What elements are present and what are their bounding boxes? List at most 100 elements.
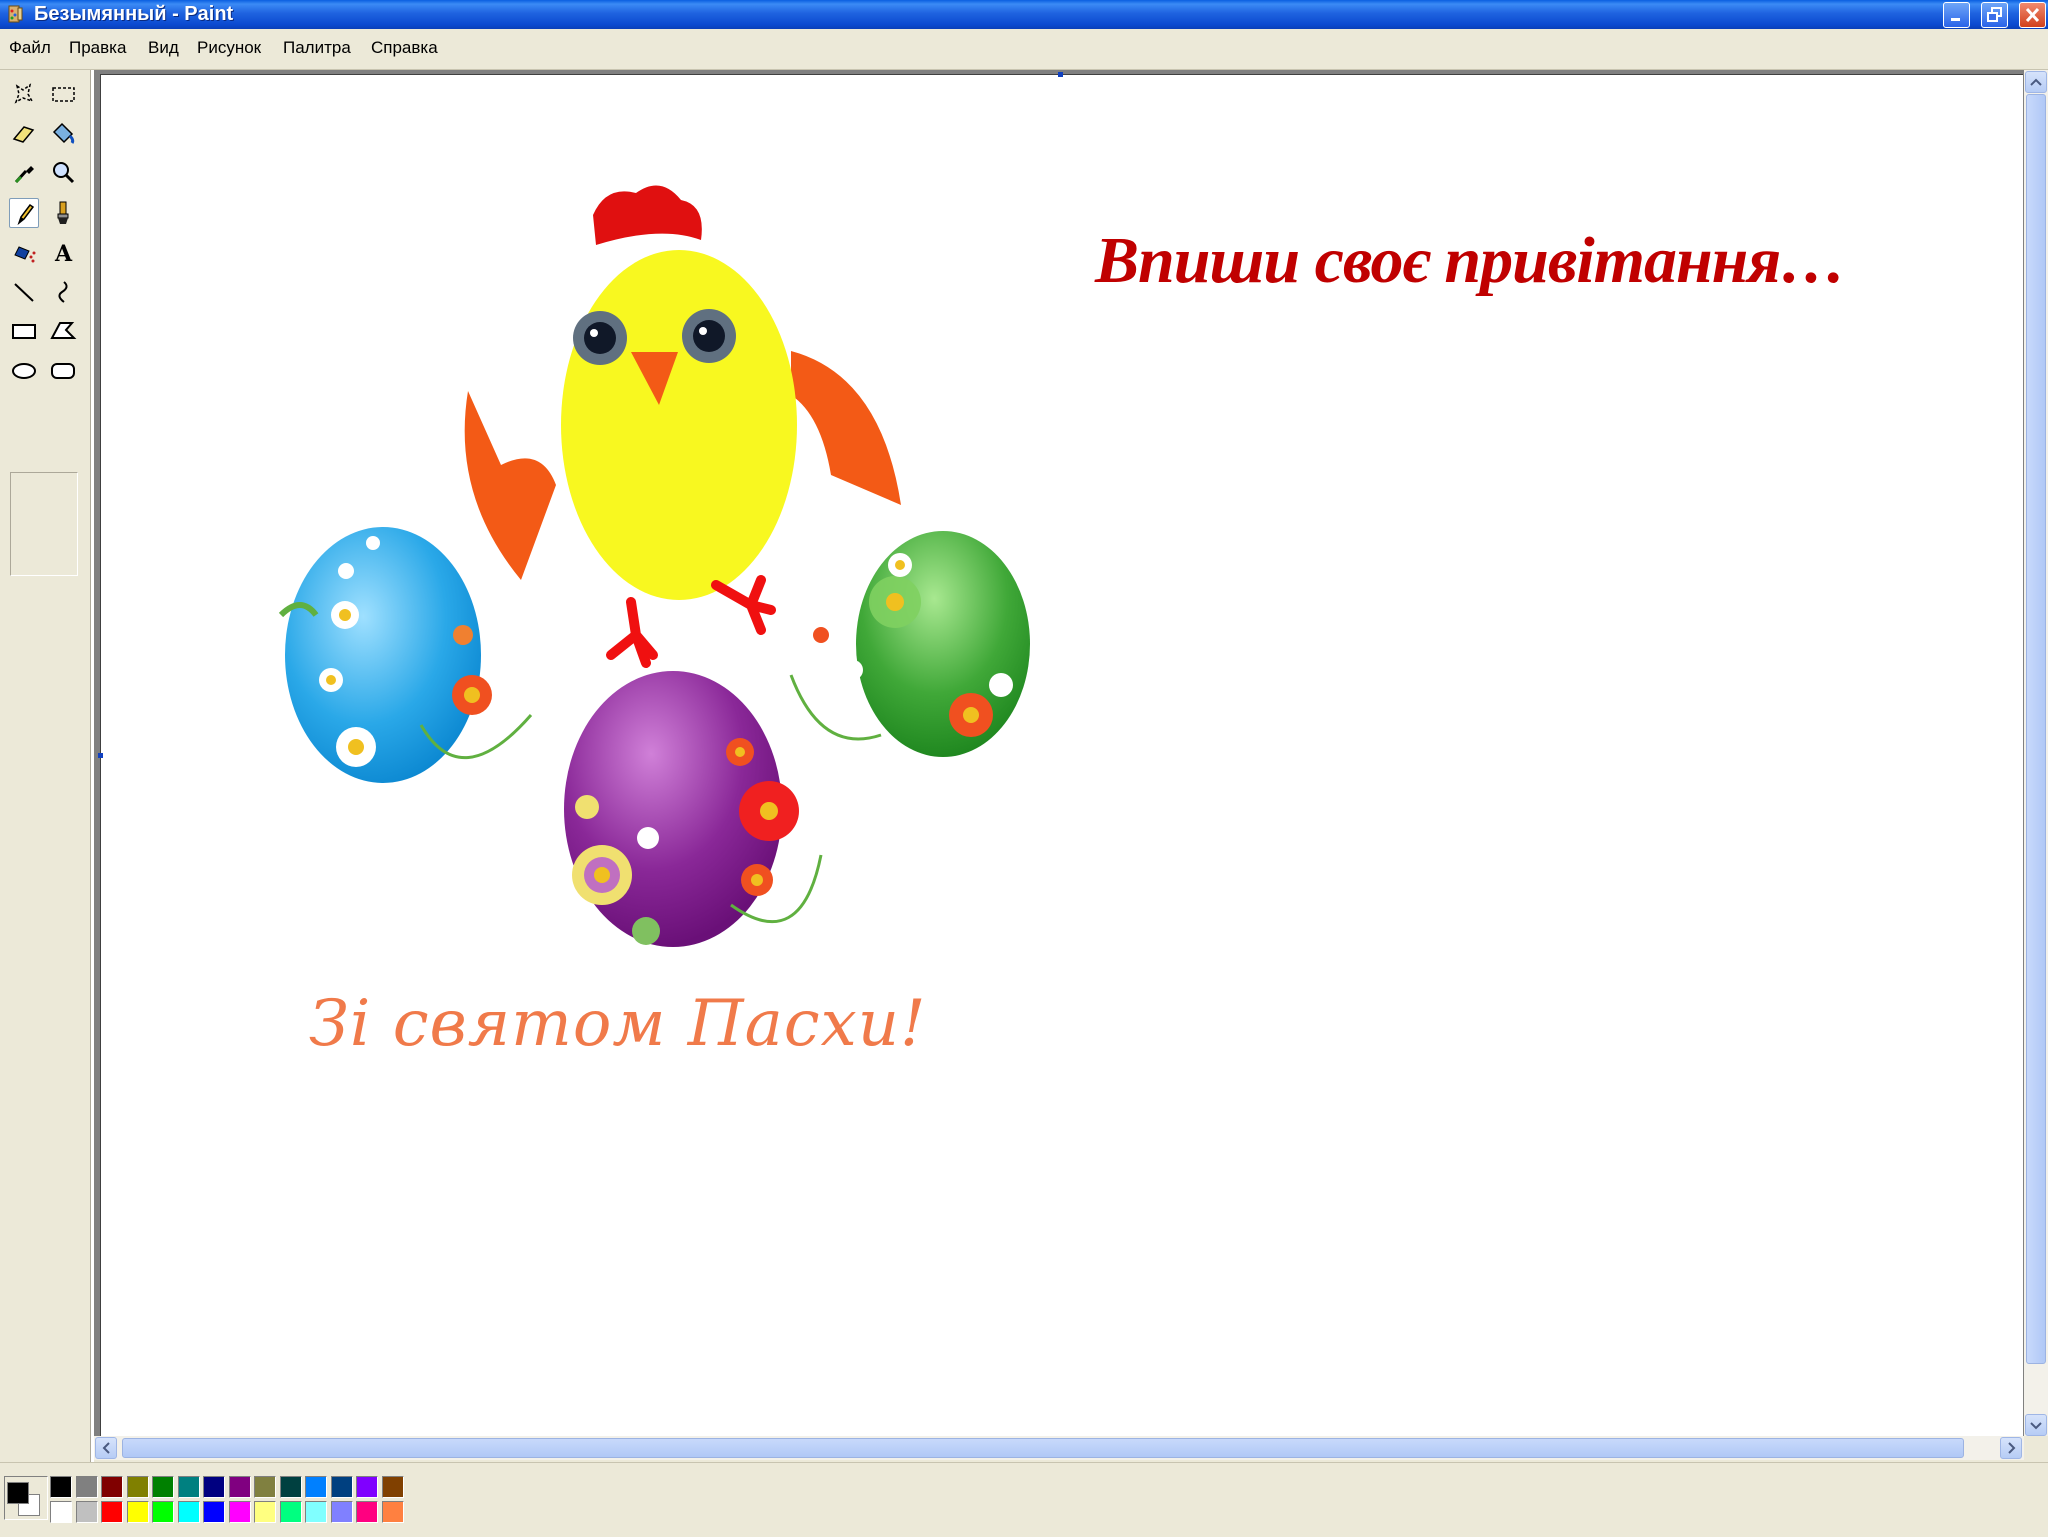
scroll-left-button[interactable]	[95, 1437, 117, 1459]
toolbox: A	[0, 70, 94, 1464]
chick-drawing	[464, 185, 901, 668]
palette-swatch[interactable]	[330, 1501, 353, 1523]
scroll-right-button[interactable]	[2000, 1437, 2022, 1459]
palette-swatch[interactable]	[50, 1501, 72, 1523]
palette-swatch[interactable]	[75, 1476, 98, 1498]
tool-line[interactable]	[9, 277, 39, 307]
window-title: Безымянный - Paint	[34, 3, 234, 25]
tool-rectangle[interactable]	[9, 316, 39, 346]
palette-swatch[interactable]	[126, 1501, 149, 1523]
palette-swatch[interactable]	[279, 1476, 302, 1498]
polygon-icon	[50, 322, 77, 339]
tool-brush[interactable]	[48, 198, 78, 228]
menu-view[interactable]: Вид	[148, 38, 179, 58]
scroll-up-button[interactable]	[2025, 71, 2047, 93]
svg-text:A: A	[54, 241, 73, 267]
magnifier-icon	[53, 162, 75, 184]
palette-swatch[interactable]	[279, 1501, 302, 1523]
palette-swatch[interactable]	[228, 1476, 251, 1498]
palette-swatch[interactable]	[305, 1476, 327, 1498]
easter-greeting-text: Зі святом Пасхи!	[309, 987, 927, 1061]
tool-ellipse[interactable]	[9, 356, 39, 386]
palette-swatch[interactable]	[305, 1501, 327, 1523]
menu-file[interactable]: Файл	[9, 38, 51, 58]
rectangle-icon	[12, 324, 36, 339]
eraser-icon	[12, 126, 35, 143]
fill-bucket-icon	[52, 122, 75, 144]
restore-icon	[1987, 7, 2002, 22]
menu-bar: Файл Правка Вид Рисунок Палитра Справка	[0, 29, 2048, 70]
color-palette-bar	[0, 1462, 2048, 1537]
palette-swatch[interactable]	[356, 1476, 378, 1498]
menu-edit[interactable]: Правка	[69, 38, 126, 58]
curve-icon	[58, 281, 68, 303]
rounded-rect-icon	[51, 363, 75, 379]
restore-button[interactable]	[1981, 2, 2008, 28]
line-icon	[14, 283, 34, 302]
close-button[interactable]	[2019, 2, 2046, 28]
tool-polygon[interactable]	[48, 316, 78, 346]
chevron-left-icon	[102, 1442, 110, 1454]
tool-pencil[interactable]	[9, 198, 39, 228]
tool-text[interactable]: A	[48, 237, 78, 267]
menu-palette[interactable]: Палитра	[283, 38, 351, 58]
tool-fill[interactable]	[48, 118, 78, 148]
chevron-down-icon	[2030, 1422, 2042, 1430]
menu-help[interactable]: Справка	[371, 38, 438, 58]
minimize-button[interactable]	[1943, 2, 1970, 28]
palette-swatch[interactable]	[177, 1476, 200, 1498]
palette-swatch[interactable]	[254, 1501, 276, 1523]
palette-swatch[interactable]	[228, 1501, 251, 1523]
palette-swatch[interactable]	[101, 1501, 123, 1523]
palette-swatch[interactable]	[203, 1476, 225, 1498]
green-egg-drawing	[789, 531, 1030, 757]
palette-swatch[interactable]	[356, 1501, 378, 1523]
minimize-icon	[1951, 18, 1960, 21]
menu-image[interactable]: Рисунок	[197, 38, 261, 58]
title-bar[interactable]: Безымянный - Paint	[0, 0, 2048, 29]
tool-eraser[interactable]	[9, 118, 39, 148]
chevron-up-icon	[2030, 78, 2042, 86]
palette-swatch[interactable]	[152, 1501, 174, 1523]
horizontal-scroll-thumb[interactable]	[122, 1438, 1964, 1458]
tool-options-panel[interactable]	[10, 472, 78, 576]
drawing-canvas[interactable]: Впиши своє привітання… Зі святом Пасхи!	[98, 72, 2023, 1437]
airbrush-icon	[14, 246, 36, 263]
tool-free-select[interactable]	[9, 79, 39, 109]
tool-rect-select[interactable]	[48, 79, 78, 109]
free-select-icon	[14, 83, 34, 104]
paint-app-icon	[8, 5, 23, 23]
color-picker-icon	[14, 166, 34, 184]
tool-curve[interactable]	[48, 277, 78, 307]
purple-egg-drawing	[564, 671, 823, 947]
palette-swatch[interactable]	[75, 1501, 98, 1523]
foreground-color-swatch[interactable]	[7, 1482, 29, 1504]
greeting-text: Впиши своє привітання…	[1095, 224, 1846, 297]
palette-swatch[interactable]	[50, 1476, 72, 1498]
palette-swatch[interactable]	[381, 1476, 404, 1498]
tool-airbrush[interactable]	[9, 237, 39, 267]
text-icon: A	[54, 241, 73, 267]
palette-swatch[interactable]	[126, 1476, 149, 1498]
scroll-down-button[interactable]	[2025, 1414, 2047, 1436]
vertical-scroll-thumb[interactable]	[2026, 94, 2046, 1364]
palette-swatch[interactable]	[330, 1476, 353, 1498]
ellipse-icon	[12, 363, 36, 379]
pencil-icon	[17, 203, 35, 226]
resize-handle-left[interactable]	[98, 753, 103, 758]
rect-select-icon	[52, 87, 75, 102]
palette-swatch[interactable]	[381, 1501, 404, 1523]
palette-swatch[interactable]	[101, 1476, 123, 1498]
tool-color-picker[interactable]	[9, 158, 39, 188]
palette-swatch[interactable]	[177, 1501, 200, 1523]
scrollbar-corner	[2024, 1436, 2048, 1460]
blue-egg-drawing	[278, 527, 533, 783]
palette-swatch[interactable]	[203, 1501, 225, 1523]
palette-swatch[interactable]	[254, 1476, 276, 1498]
brush-icon	[57, 201, 69, 224]
tool-magnifier[interactable]	[48, 158, 78, 188]
resize-handle-top[interactable]	[1058, 72, 1063, 77]
palette-swatch[interactable]	[152, 1476, 174, 1498]
tool-rounded-rect[interactable]	[48, 356, 78, 386]
chevron-right-icon	[2008, 1442, 2016, 1454]
